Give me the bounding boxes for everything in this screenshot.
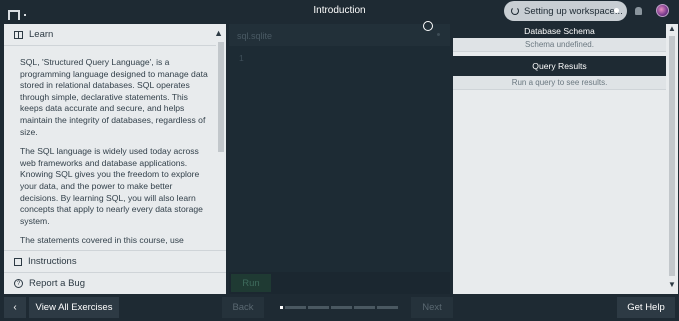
database-schema-header: Database Schema	[453, 24, 666, 38]
bell-icon[interactable]	[635, 7, 642, 15]
results-scrollbar-thumb[interactable]	[669, 36, 675, 276]
editor-tab[interactable]: sql.sqlite	[229, 24, 450, 46]
spinner-icon	[511, 7, 519, 15]
progress-segment	[308, 306, 329, 309]
line-number: 1	[239, 53, 244, 63]
book-icon	[14, 30, 23, 39]
progress-bar	[280, 306, 398, 309]
editor-footer: Run	[229, 272, 450, 294]
progress-segment	[285, 306, 306, 309]
back-button[interactable]: Back	[222, 297, 264, 318]
schema-status: Schema undefined.	[453, 38, 666, 52]
learn-content: SQL, 'Structured Query Language', is a p…	[4, 47, 216, 272]
run-button[interactable]: Run	[231, 274, 271, 292]
app-root: Introduction Setting up workspace... Lea…	[0, 0, 679, 321]
progress-segment-current	[280, 306, 283, 309]
loading-circle-icon	[423, 21, 433, 31]
learn-scrollbar[interactable]	[216, 42, 226, 272]
instructions-label: Instructions	[28, 256, 77, 267]
learn-paragraph: The SQL language is widely used today ac…	[20, 146, 203, 226]
top-bar: Introduction Setting up workspace...	[0, 0, 679, 22]
bottom-bar: ‹ View All Exercises Back Next Get Help	[0, 294, 679, 321]
learn-paragraph: SQL, 'Structured Query Language', is a p…	[20, 57, 208, 137]
instructions-tab[interactable]: Instructions	[4, 250, 226, 272]
report-bug-label: Report a Bug	[29, 278, 85, 289]
checkbox-icon	[14, 257, 22, 266]
chevron-down-icon[interactable]: ▼	[668, 280, 676, 289]
workspace-status-text: Setting up workspace...	[524, 5, 623, 17]
results-panel: Database Schema Schema undefined. Query …	[453, 24, 678, 294]
code-editor: sql.sqlite 1 Run	[229, 24, 450, 294]
editor-textarea[interactable]: 1	[229, 46, 450, 272]
progress-segment	[354, 306, 375, 309]
results-scrollbar[interactable]: ▲ ▼	[666, 24, 678, 294]
learn-scrollbar-thumb[interactable]	[218, 42, 224, 152]
get-help-button[interactable]: Get Help	[617, 297, 675, 318]
query-results-header: Query Results	[453, 56, 666, 76]
chevron-up-icon[interactable]: ▲	[214, 28, 223, 38]
workspace-status-badge: Setting up workspace...	[504, 1, 627, 21]
report-bug-button[interactable]: ? Report a Bug	[4, 272, 226, 294]
learn-header: Learn	[4, 24, 226, 46]
editor-tab-label: sql.sqlite	[237, 31, 273, 41]
next-button[interactable]: Next	[411, 297, 453, 318]
progress-segment	[377, 306, 398, 309]
learn-paragraph: The statements covered in this course, u…	[20, 235, 184, 246]
question-icon: ?	[14, 279, 23, 288]
view-all-exercises-button[interactable]: View All Exercises	[29, 297, 119, 318]
progress-segment	[331, 306, 352, 309]
learn-title: Learn	[29, 29, 54, 40]
avatar[interactable]	[656, 4, 669, 17]
status-dot-icon	[614, 8, 619, 13]
tab-dot-icon	[437, 33, 440, 36]
query-results-status: Run a query to see results.	[453, 76, 666, 90]
learn-panel: Learn ▲ SQL, 'Structured Query Language'…	[4, 24, 226, 294]
chevron-up-icon[interactable]: ▲	[668, 24, 676, 33]
chevron-left-button[interactable]: ‹	[4, 297, 26, 318]
